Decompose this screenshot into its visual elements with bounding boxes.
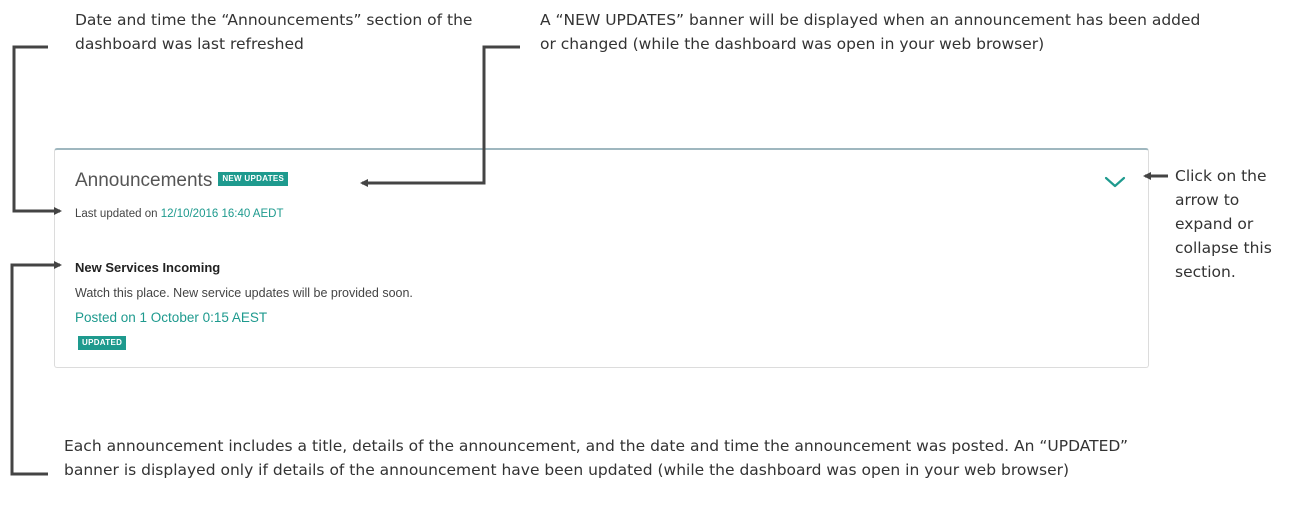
announcement-posted: Posted on 1 October 0:15 AEST (75, 310, 268, 325)
announcements-panel: Announcements NEW UPDATES Last updated on… (54, 148, 1149, 368)
announcement-title: New Services Incoming (75, 260, 221, 275)
panel-title-text: Announcements (75, 170, 213, 191)
last-updated-timestamp: 12/10/2016 16:40 AEDT (160, 208, 284, 220)
announcement-body: Watch this place. New service updates wi… (75, 286, 413, 300)
new-updates-badge: NEW UPDATES (218, 171, 289, 186)
announcement-pointer-line (10, 261, 62, 476)
date-note: Date and time the “Announcements” sectio… (75, 11, 473, 53)
chevron-down-icon[interactable] (1103, 174, 1127, 190)
banner-note: A “NEW UPDATES” banner will be displayed… (540, 11, 1201, 53)
panel-title: Announcements NEW UPDATES (75, 170, 289, 192)
announcement-note: Each announcement includes a title, deta… (64, 437, 1128, 479)
last-updated: Last updated on 12/10/2016 16:40 AEDT (75, 208, 283, 220)
updated-badge: UPDATED (78, 336, 127, 350)
arrow-note: Click on the arrow to expand or collapse… (1175, 167, 1272, 281)
last-updated-label: Last updated on (75, 208, 158, 220)
